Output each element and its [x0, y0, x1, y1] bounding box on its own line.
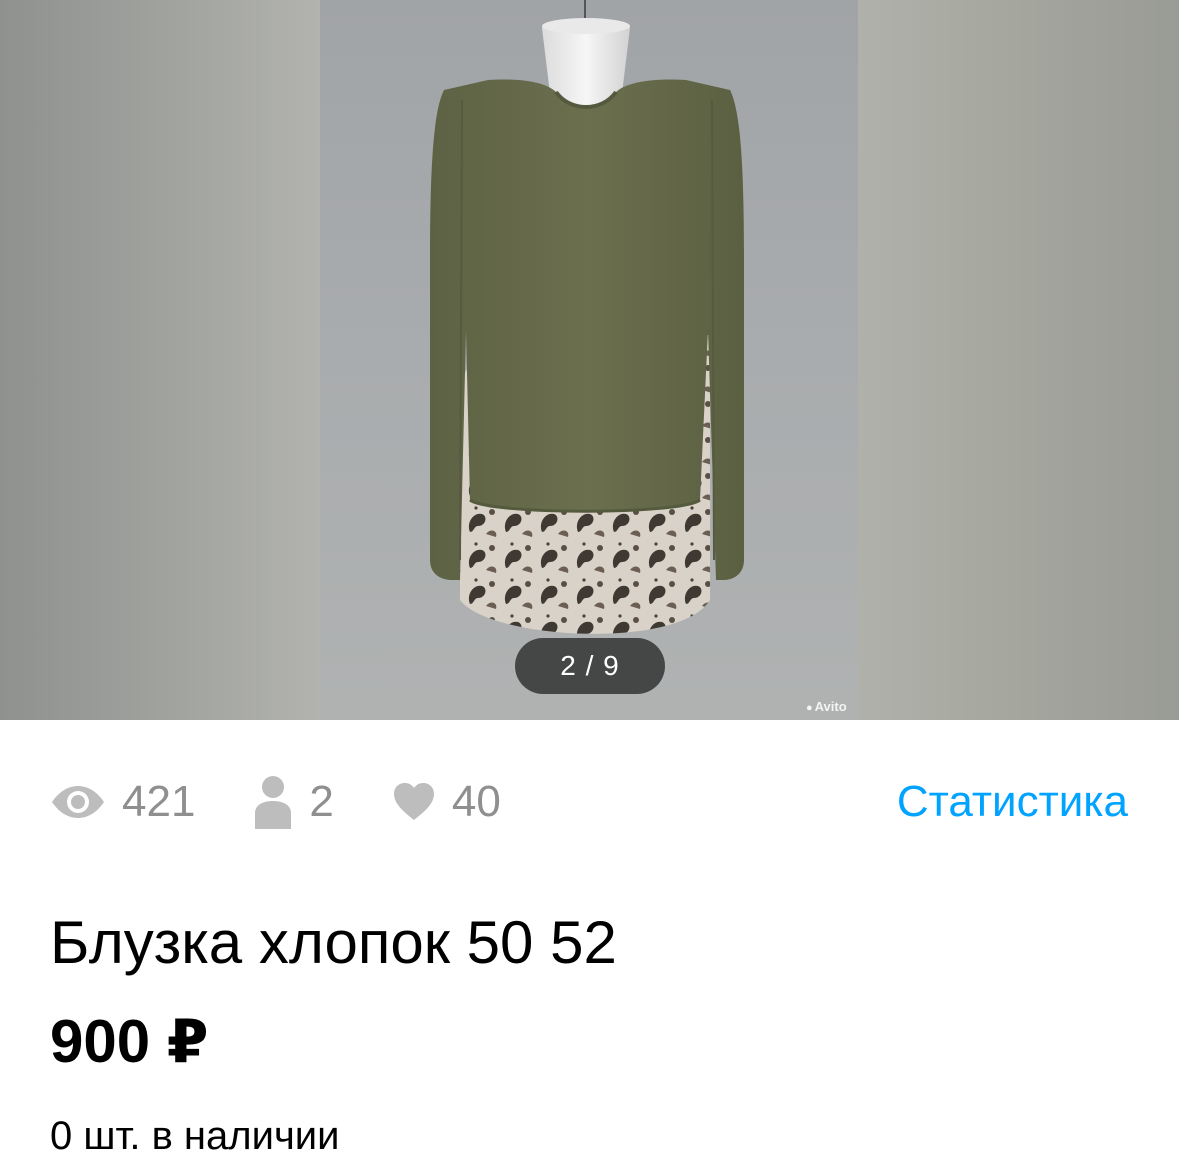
stats-row: 421 2 40 [50, 770, 559, 834]
listing-title: Блузка хлопок 50 52 [50, 909, 617, 976]
views-stat: 421 [50, 777, 195, 827]
listing-page: 2 / 9 ● Avito 421 2 40 Статистика Блузка… [0, 0, 1179, 1165]
avito-logo-icon: ● [806, 702, 813, 714]
favorites-count: 40 [451, 777, 501, 826]
watermark-text: Avito [814, 699, 847, 714]
views-count: 421 [122, 777, 196, 826]
product-photo[interactable] [320, 0, 858, 720]
heart-icon [393, 783, 434, 820]
photo-counter: 2 / 9 [515, 638, 665, 694]
gallery-blur-right [858, 0, 1179, 720]
person-icon [255, 776, 292, 829]
blouse-illustration [430, 0, 744, 634]
contacts-stat: 2 [253, 775, 334, 829]
stock-status: 0 шт. в наличии [50, 1114, 340, 1158]
avito-watermark: ● Avito [806, 699, 847, 714]
statistics-link[interactable]: Статистика [897, 770, 1128, 834]
listing-price: 900 ₽ [50, 1008, 209, 1075]
favorites-stat: 40 [392, 777, 501, 827]
photo-gallery[interactable]: 2 / 9 ● Avito [0, 0, 1179, 720]
eye-icon [52, 786, 104, 818]
contacts-count: 2 [309, 777, 334, 826]
gallery-blur-left [0, 0, 320, 720]
